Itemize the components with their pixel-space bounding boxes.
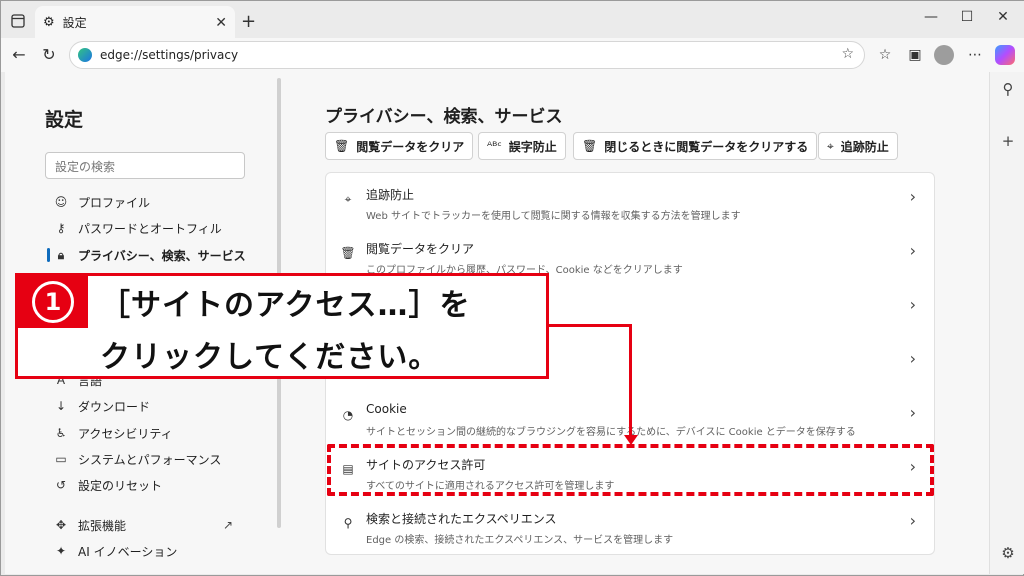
sidebar-item-reset[interactable]: ↺ 設定のリセット	[53, 474, 162, 496]
sidebar-item-privacy[interactable]: 🔒︎ プライバシー、検索、サービス	[53, 244, 246, 266]
active-indicator	[47, 248, 50, 262]
tracking-icon: ⌖	[344, 192, 352, 206]
tab-strip: ⚙ 設定 ✕ + — ☐ ✕	[1, 1, 1024, 39]
chevron-right-icon: ›	[909, 349, 916, 368]
spellcheck-icon: ᴬᴮᶜ	[487, 139, 502, 153]
tracking-icon: ⌖	[827, 138, 834, 153]
sidebar-item-passwords[interactable]: ⚷ パスワードとオートフィル	[53, 217, 222, 239]
button-label: 閲覧データをクリア	[356, 139, 465, 154]
instruction-callout: 1 ［サイトのアクセス…］を クリックしてください。	[15, 273, 549, 379]
avatar[interactable]	[934, 45, 954, 65]
accessibility-icon: ♿︎	[55, 426, 67, 440]
callout-connector	[549, 324, 632, 327]
sidebar-item-label: 拡張機能	[78, 518, 127, 533]
highlight-site-permissions	[327, 444, 934, 496]
cookie-icon: ◔	[342, 408, 354, 422]
step-badge: 1	[18, 276, 88, 328]
row-description: サイトとセッション間の継続的なブラウジングを容易にするために、デバイスに Coo…	[366, 427, 856, 438]
toolbar: ← ↻ edge://settings/privacy ☆ ☆ ▣ ⋯	[1, 38, 1024, 72]
callout-connector	[629, 324, 632, 436]
sidebar-item-label: 設定のリセット	[78, 478, 163, 493]
setting-row-tracking-prevention[interactable]: ⌖ 追跡防止 Web サイトでトラッカーを使用して閲覧に関する情報を収集する方法…	[326, 173, 934, 226]
lock-icon: 🔒︎	[57, 247, 65, 262]
trash-clock-icon: 🗑︎	[582, 139, 598, 153]
sidebar-item-system[interactable]: ▭ システムとパフォーマンス	[53, 448, 221, 470]
maximize-button[interactable]: ☐	[955, 9, 979, 25]
url-text: edge://settings/privacy	[100, 48, 239, 62]
copilot-icon[interactable]	[995, 45, 1015, 65]
sidebar-item-label: アクセシビリティ	[78, 426, 173, 441]
section-title: プライバシー、検索、サービス	[325, 107, 563, 127]
ai-icon: ✦	[55, 544, 67, 558]
search-icon: ⚲	[343, 516, 353, 530]
gear-icon[interactable]: ⚙	[999, 544, 1017, 562]
button-label: 閉じるときに閲覧データをクリアする	[604, 139, 809, 154]
favorites-icon[interactable]: ☆	[875, 46, 895, 64]
address-bar[interactable]: edge://settings/privacy ☆	[69, 41, 865, 69]
sidebar-item-extensions[interactable]: ✥ 拡張機能	[53, 514, 126, 536]
setting-row-search-services[interactable]: ⚲ 検索と接続されたエクスペリエンス Edge の検索、接続されたエクスペリエン…	[326, 497, 934, 550]
sidebar-item-downloads[interactable]: ↓ ダウンロード	[53, 395, 150, 417]
chevron-right-icon: ›	[909, 241, 916, 260]
profile-icon: ☺	[54, 195, 68, 209]
tab-title: 設定	[62, 16, 87, 30]
tab-settings[interactable]: ⚙ 設定 ✕	[35, 6, 235, 39]
row-title: 検索と接続されたエクスペリエンス	[366, 512, 557, 526]
chevron-right-icon: ›	[909, 187, 916, 206]
page-title: 設定	[45, 109, 84, 131]
more-menu-icon[interactable]: ⋯	[965, 46, 985, 64]
quick-clear-data-button[interactable]: 🗑︎ 閲覧データをクリア	[325, 132, 474, 160]
reset-icon: ↺	[55, 478, 67, 492]
button-label: 追跡防止	[840, 139, 889, 154]
key-icon: ⚷	[56, 221, 66, 235]
close-tab-icon[interactable]: ✕	[215, 15, 227, 31]
sidebar-item-accessibility[interactable]: ♿︎ アクセシビリティ	[53, 422, 173, 444]
button-label: 誤字防止	[508, 139, 557, 154]
row-title: Cookie	[366, 402, 407, 416]
extensions-icon: ✥	[55, 518, 67, 532]
sidebar-item-label: プライバシー、検索、サービス	[78, 248, 246, 263]
close-window-button[interactable]: ✕	[991, 9, 1015, 25]
sidebar-item-label: プロファイル	[78, 195, 151, 210]
instruction-line-2: クリックしてください。	[100, 340, 440, 375]
sidebar-item-label: パスワードとオートフィル	[78, 221, 222, 236]
sidebar-item-label: ダウンロード	[78, 399, 151, 414]
chevron-right-icon: ›	[909, 511, 916, 530]
trash-icon: 🗑︎	[334, 139, 350, 153]
row-description: Edge の検索、接続されたエクスペリエンス、サービスを管理します	[366, 535, 674, 546]
step-number: 1	[32, 281, 74, 323]
collections-icon[interactable]: ▣	[905, 46, 925, 64]
edge-sidebar-rail: ⚲ + ⚙	[989, 72, 1024, 574]
row-description: Web サイトでトラッカーを使用して閲覧に関する情報を収集する方法を管理します	[366, 211, 741, 222]
new-tab-button[interactable]: +	[241, 11, 256, 32]
tab-actions-icon[interactable]	[7, 11, 29, 31]
external-link-icon[interactable]: ↗	[223, 518, 233, 532]
favorite-star-icon[interactable]: ☆	[841, 46, 854, 62]
quick-typo-protection-button[interactable]: ᴬᴮᶜ 誤字防止	[478, 132, 566, 160]
chevron-right-icon: ›	[909, 295, 916, 314]
edge-logo-icon	[78, 48, 92, 62]
gear-icon: ⚙	[43, 15, 55, 30]
add-icon[interactable]: +	[999, 132, 1017, 150]
sidebar-item-label: AI イノベーション	[78, 544, 178, 559]
row-title: 追跡防止	[366, 188, 415, 202]
chevron-right-icon: ›	[909, 403, 916, 422]
download-icon: ↓	[55, 399, 67, 413]
minimize-button[interactable]: —	[919, 9, 943, 25]
quick-clear-on-close-button[interactable]: 🗑︎ 閉じるときに閲覧データをクリアする	[573, 132, 818, 160]
browser-window: ⚙ 設定 ✕ + — ☐ ✕ ← ↻ edge://settings/priva…	[0, 0, 1024, 576]
sidebar-item-label: システムとパフォーマンス	[78, 452, 222, 467]
search-icon[interactable]: ⚲	[999, 80, 1017, 98]
instruction-line-1: ［サイトのアクセス…］を	[100, 288, 471, 323]
refresh-icon[interactable]: ↻	[39, 45, 59, 64]
sidebar-item-ai-innovation[interactable]: ✦ AI イノベーション	[53, 540, 177, 562]
row-title: 閲覧データをクリア	[366, 242, 475, 256]
trash-icon: 🗑︎	[340, 246, 356, 260]
back-icon[interactable]: ←	[9, 45, 29, 64]
quick-tracking-prevention-button[interactable]: ⌖ 追跡防止	[818, 132, 898, 160]
sidebar-item-profiles[interactable]: ☺ プロファイル	[53, 191, 150, 213]
laptop-icon: ▭	[55, 452, 67, 466]
settings-search-input[interactable]: 設定の検索	[45, 152, 245, 179]
